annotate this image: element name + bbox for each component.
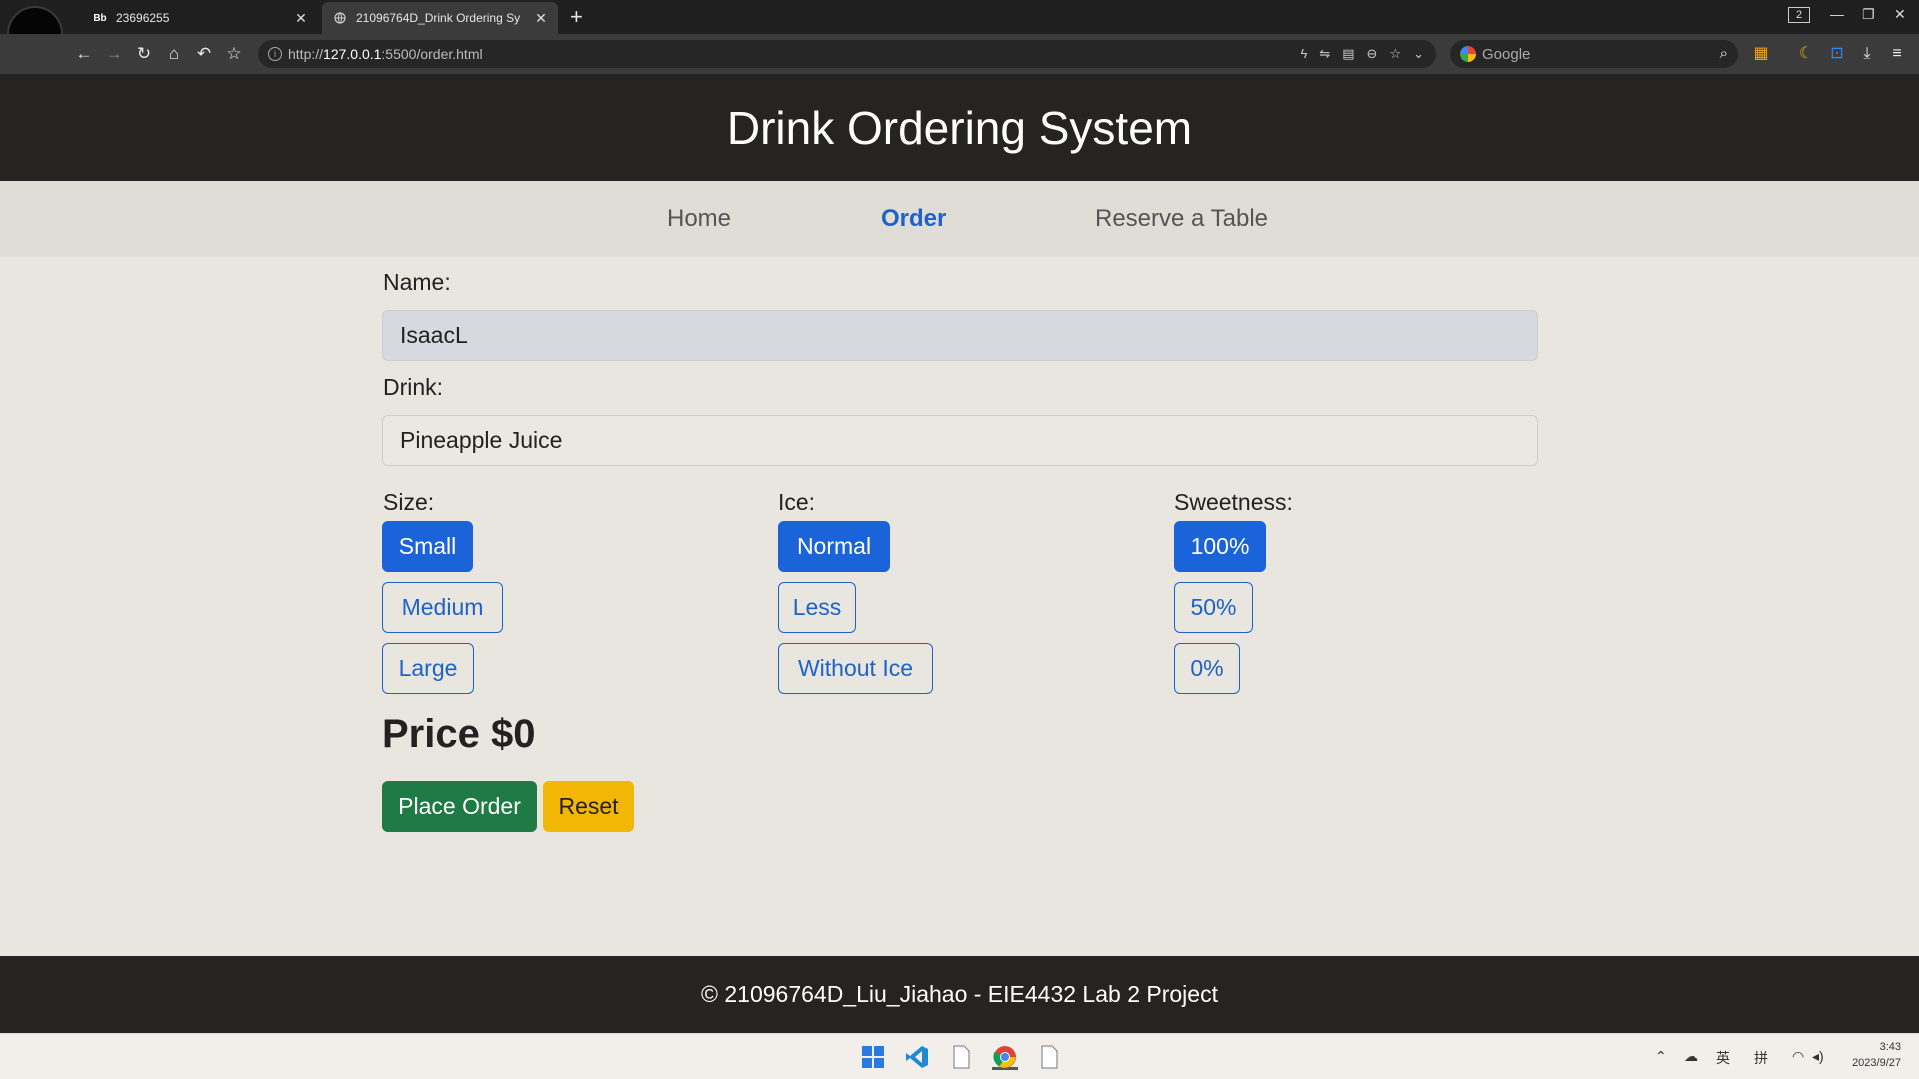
ice-normal-button[interactable]: Normal: [778, 521, 890, 572]
file-icon[interactable]: [948, 1044, 974, 1070]
reload-icon[interactable]: ↻: [133, 43, 155, 65]
tab-close-icon[interactable]: ✕: [294, 10, 308, 27]
close-window-button[interactable]: ✕: [1894, 6, 1906, 23]
minimize-button[interactable]: —: [1830, 6, 1844, 22]
address-toolbar: ← → ↻ ⌂ ↶ ☆ i http://127.0.0.1:5500/orde…: [0, 34, 1919, 74]
zoom-icon[interactable]: ⊖: [1367, 46, 1378, 62]
clock-time: 3:43: [1879, 1041, 1901, 1053]
main-nav: Home Order Reserve a Table: [0, 181, 1919, 257]
sweetness-0-button[interactable]: 0%: [1174, 643, 1240, 694]
forward-icon[interactable]: →: [103, 43, 125, 65]
browser-tab[interactable]: Bb 23696255 ✕: [82, 2, 318, 34]
url-path: :5500/order.html: [381, 46, 483, 62]
vscode-icon[interactable]: [904, 1044, 930, 1070]
tab-count-icon[interactable]: 2: [1788, 7, 1810, 23]
ice-without-button[interactable]: Without Ice: [778, 643, 933, 694]
wifi-icon[interactable]: ◠: [1792, 1048, 1804, 1065]
back-icon[interactable]: ←: [73, 43, 95, 65]
windows-taskbar: ⌃ ☁ 英 拼 ◠ ◂) 3:43 2023/9/27: [0, 1033, 1919, 1079]
sweetness-50-button[interactable]: 50%: [1174, 582, 1253, 633]
apps-grid-icon[interactable]: ▦: [1751, 44, 1771, 64]
site-footer: © 21096764D_Liu_Jiahao - EIE4432 Lab 2 P…: [0, 956, 1919, 1033]
url-bar[interactable]: i http://127.0.0.1:5500/order.html ϟ ⇋ ▤…: [258, 40, 1436, 68]
nav-order-link[interactable]: Order: [881, 205, 946, 233]
tab-close-icon[interactable]: ✕: [534, 10, 548, 27]
drink-input[interactable]: Pineapple Juice: [382, 415, 1538, 466]
reset-button[interactable]: Reset: [543, 781, 634, 832]
nav-reserve-link[interactable]: Reserve a Table: [1095, 205, 1268, 233]
page-title: Drink Ordering System: [726, 101, 1193, 154]
browser-tab-active[interactable]: 21096764D_Drink Ordering Sy ✕: [322, 2, 558, 34]
sweetness-100-button[interactable]: 100%: [1174, 521, 1266, 572]
url-host: 127.0.0.1: [323, 46, 382, 62]
translate-icon[interactable]: ▤: [1342, 46, 1354, 62]
windows-start-icon[interactable]: [860, 1044, 886, 1070]
globe-icon: [332, 11, 348, 25]
night-mode-icon[interactable]: ☾: [1796, 44, 1816, 64]
name-label: Name:: [383, 269, 451, 295]
drink-label: Drink:: [383, 374, 444, 400]
undo-close-icon[interactable]: ↶: [193, 43, 215, 65]
price-text: Price $0: [382, 712, 536, 756]
ice-label: Ice:: [778, 489, 816, 515]
tab-title: 23696255: [116, 11, 170, 25]
restore-button[interactable]: ❐: [1862, 6, 1875, 23]
chevron-up-icon[interactable]: ⌃: [1655, 1048, 1667, 1065]
google-icon: [1460, 46, 1476, 62]
sweetness-label: Sweetness:: [1174, 489, 1293, 515]
onedrive-cloud-icon[interactable]: ☁: [1684, 1048, 1698, 1065]
clock-date: 2023/9/27: [1852, 1057, 1901, 1069]
blackboard-favicon-icon: Bb: [93, 12, 107, 24]
download-icon[interactable]: ⤓: [1857, 44, 1877, 64]
place-order-button[interactable]: Place Order: [382, 781, 537, 832]
file-icon[interactable]: [1036, 1044, 1062, 1070]
size-label: Size:: [383, 489, 435, 515]
name-input[interactable]: IsaacL: [382, 310, 1538, 361]
search-placeholder: Google: [1482, 45, 1531, 63]
site-info-icon[interactable]: i: [268, 47, 282, 61]
favorite-star-icon[interactable]: ☆: [1389, 46, 1401, 62]
chevron-down-icon[interactable]: ⌄: [1413, 46, 1424, 62]
site-header: Drink Ordering System: [0, 74, 1919, 181]
size-medium-button[interactable]: Medium: [382, 582, 503, 633]
ime-language-indicator[interactable]: 英: [1716, 1048, 1730, 1068]
size-large-button[interactable]: Large: [382, 643, 474, 694]
crop-icon[interactable]: ⊡: [1827, 44, 1847, 64]
search-box[interactable]: Google ⌕: [1450, 40, 1738, 68]
ice-less-button[interactable]: Less: [778, 582, 856, 633]
tab-title: 21096764D_Drink Ordering Sy: [356, 11, 521, 25]
nav-home-link[interactable]: Home: [667, 205, 731, 233]
size-small-button[interactable]: Small: [382, 521, 473, 572]
menu-icon[interactable]: ≡: [1887, 44, 1907, 64]
browser-tab-bar: Bb 23696255 ✕ 21096764D_Drink Ordering S…: [0, 0, 1919, 34]
volume-icon[interactable]: ◂): [1812, 1048, 1824, 1065]
lightning-icon[interactable]: ϟ: [1300, 46, 1307, 62]
chrome-icon[interactable]: [992, 1044, 1018, 1070]
share-icon[interactable]: ⇋: [1319, 46, 1330, 62]
search-icon[interactable]: ⌕: [1720, 45, 1728, 62]
bookmark-star-icon[interactable]: ☆: [223, 43, 245, 65]
system-clock[interactable]: 3:43 2023/9/27: [1852, 1039, 1901, 1071]
url-prefix: http://: [288, 46, 324, 62]
home-icon[interactable]: ⌂: [163, 43, 185, 65]
ime-mode-indicator[interactable]: 拼: [1754, 1048, 1768, 1068]
new-tab-button[interactable]: +: [570, 4, 583, 30]
